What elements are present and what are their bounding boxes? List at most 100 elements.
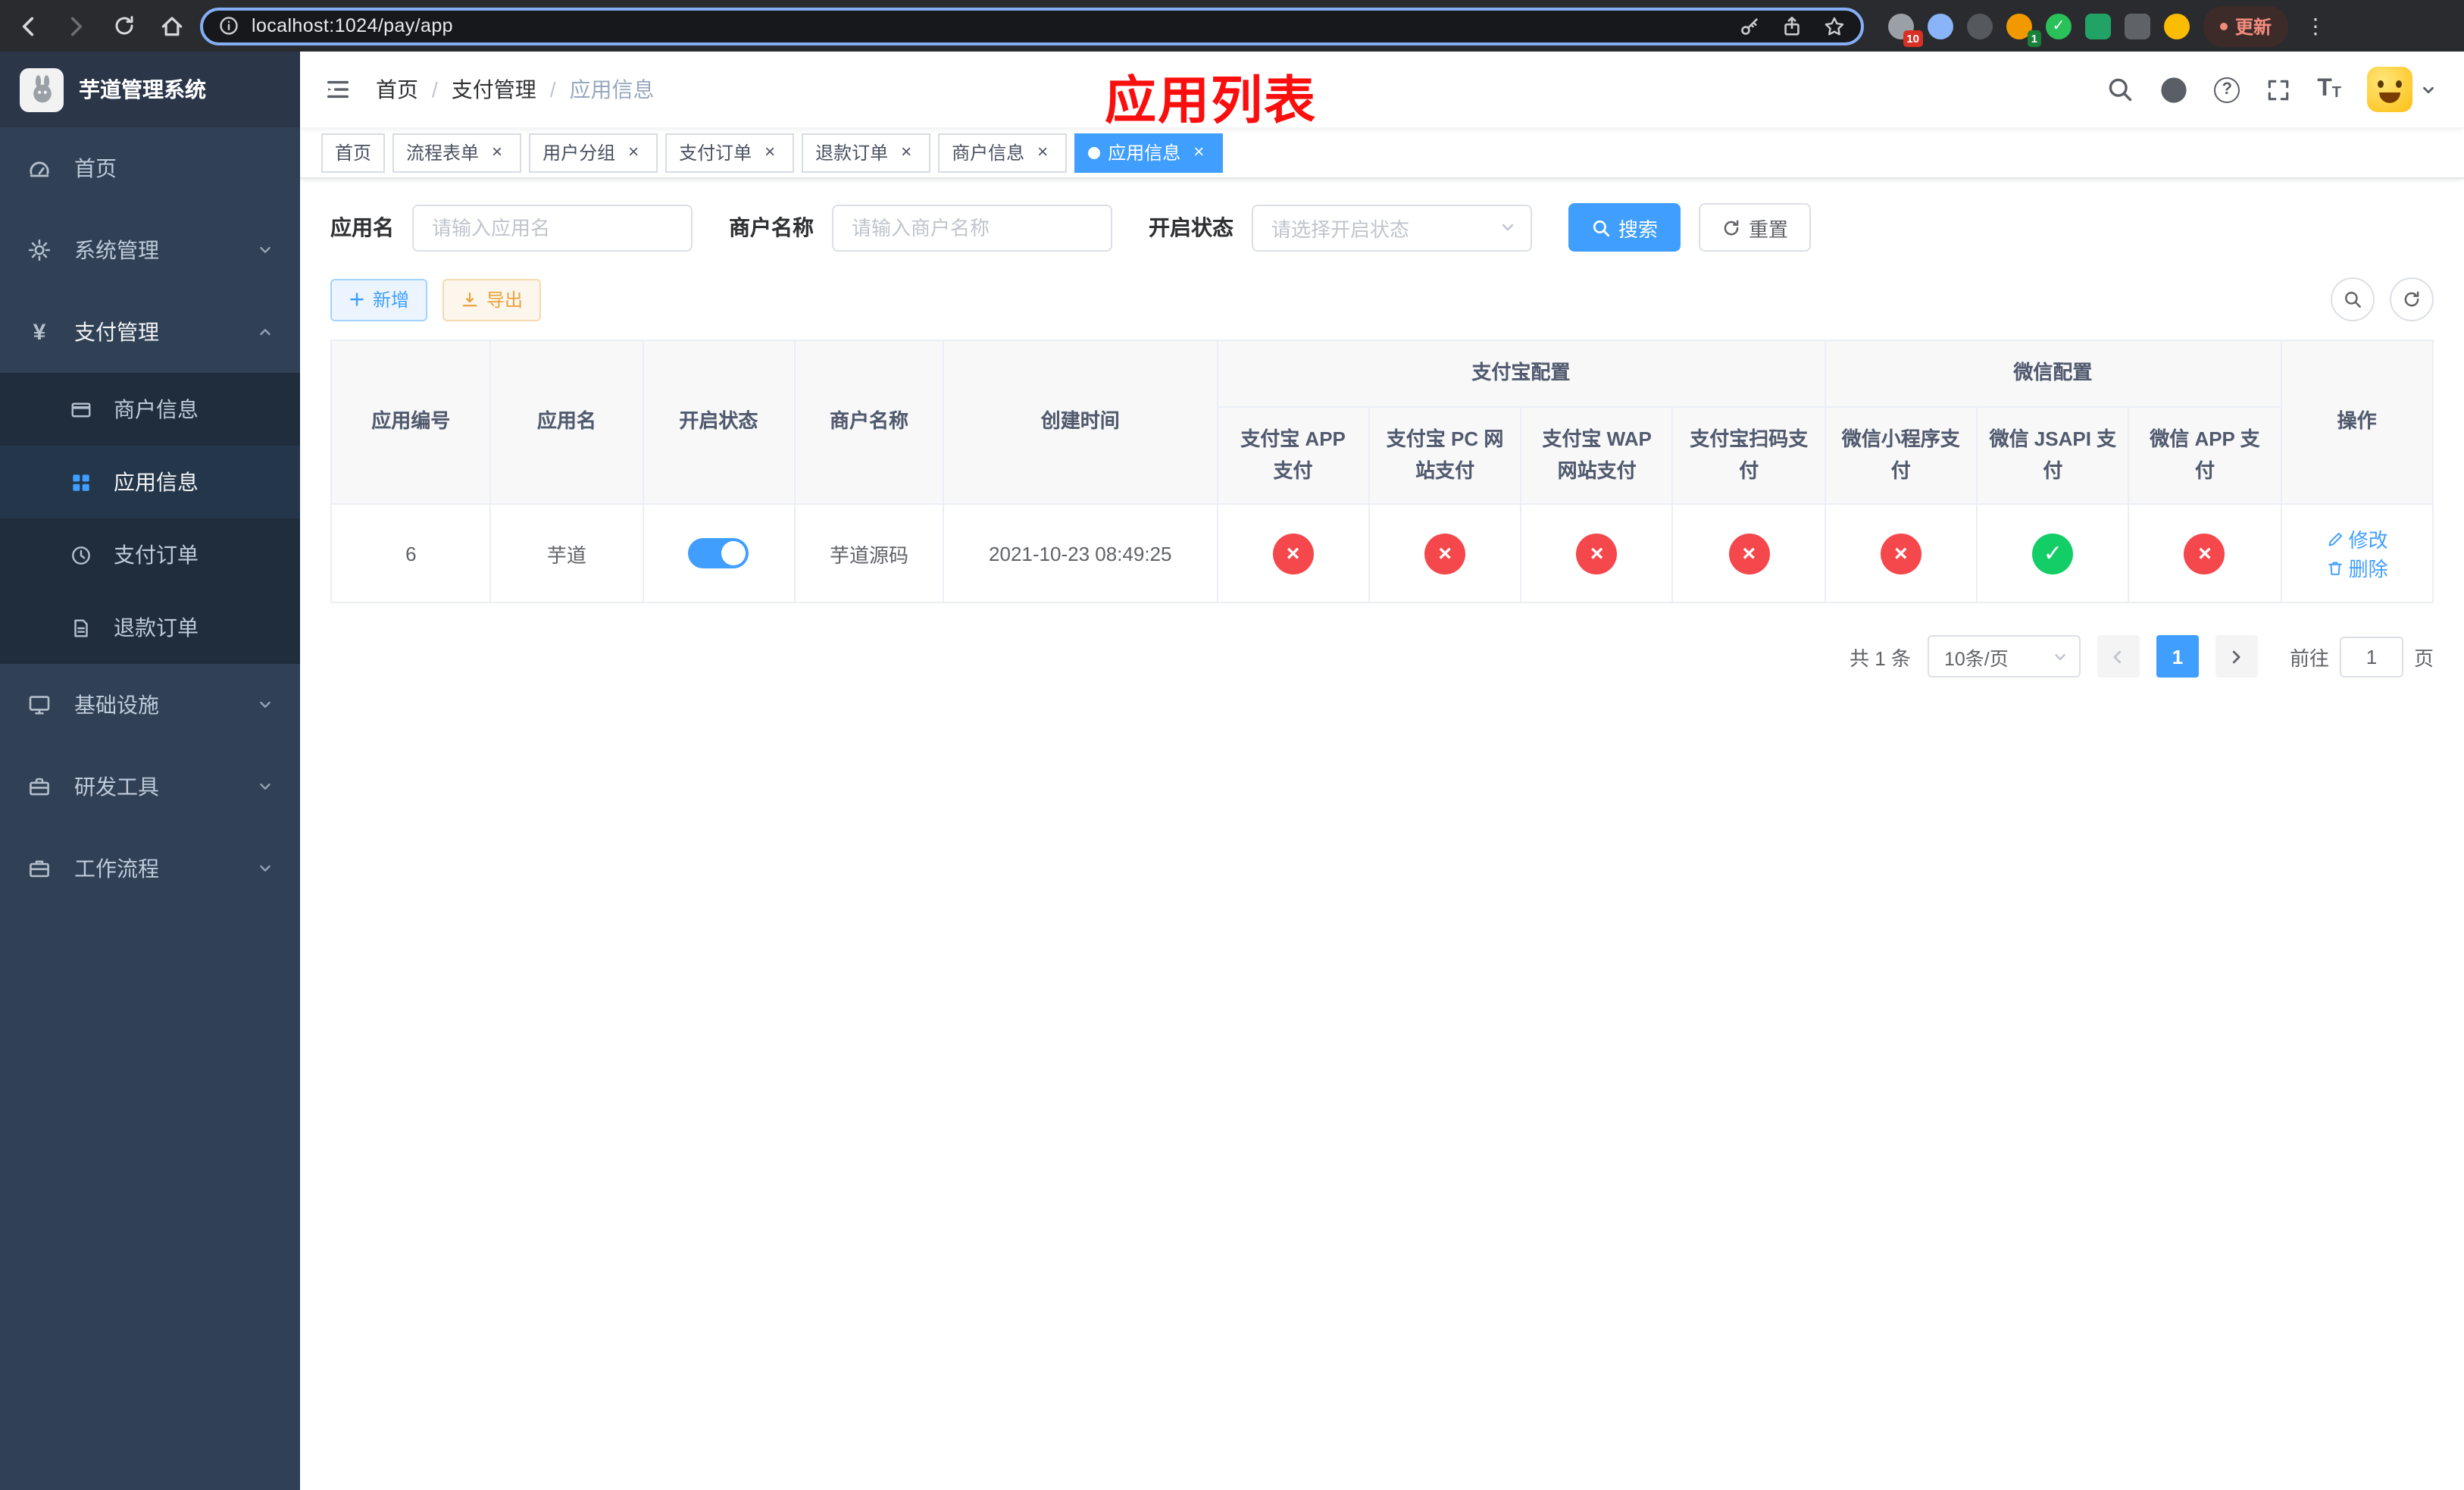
tab-payment-orders[interactable]: 支付订单 × [665,133,795,172]
github-icon[interactable] [2159,75,2188,104]
sidebar-toggle-icon[interactable] [300,52,376,127]
sidebar-item-label: 研发工具 [74,775,159,799]
close-icon[interactable]: × [623,141,644,163]
close-icon[interactable]: × [759,141,780,163]
fullscreen-icon[interactable] [2265,77,2291,102]
next-page-button[interactable] [2215,635,2258,678]
col-header-created: 创建时间 [943,339,1218,506]
plus-icon [350,293,364,306]
extension-icon-2[interactable] [1928,13,1953,39]
extension-badge: 10 [1903,30,1923,46]
password-key-icon[interactable] [1738,14,1761,37]
card-icon [67,398,94,421]
share-icon[interactable] [1781,14,1803,37]
reload-icon[interactable] [112,14,136,38]
avatar [2367,67,2412,112]
tab-user-group[interactable]: 用户分组 × [529,133,658,172]
font-size-icon[interactable]: TT [2317,77,2341,102]
search-icon[interactable] [2106,76,2134,103]
app-name-input[interactable] [412,204,693,251]
add-button[interactable]: 新增 [330,278,428,321]
app-logo[interactable]: 芋道管理系统 [0,52,300,127]
extension-icon-4[interactable]: 1 [2006,13,2041,46]
goto-page-input[interactable] [2339,636,2403,678]
toggle-search-button[interactable] [2331,277,2375,321]
search-button[interactable]: 搜索 [1568,203,1681,252]
extension-icon-6[interactable] [2085,13,2111,39]
sidebar-item-dev-tools[interactable]: 研发工具 [0,746,300,828]
alipay-wap-status-icon: × [1576,533,1618,574]
navbar-actions: ? TT [2106,67,2437,112]
merchant-name-input[interactable] [832,204,1112,251]
close-icon[interactable]: × [896,141,917,163]
sidebar-item-label: 商户信息 [114,397,199,421]
close-icon[interactable]: × [1032,141,1053,163]
status-toggle[interactable] [688,538,749,569]
sidebar-item-payment[interactable]: ¥ 支付管理 [0,291,300,373]
main-area: 首页 / 支付管理 / 应用信息 ? TT 首页 流程表单 × 用户分组 × 支… [300,52,2464,1490]
status-select-placeholder: 请选择开启状态 [1271,218,1410,240]
active-dot-icon [1088,146,1101,158]
sidebar-item-infrastructure[interactable]: 基础设施 [0,664,300,746]
prev-page-button[interactable] [2097,635,2140,678]
user-menu[interactable] [2367,67,2437,112]
page-number-button[interactable]: 1 [2156,635,2199,678]
help-icon[interactable]: ? [2214,77,2240,102]
tab-app-info[interactable]: 应用信息 × [1074,133,1224,172]
sidebar-item-refund-orders[interactable]: 退款订单 [0,591,300,664]
extension-icon-5[interactable]: ✓ [2046,13,2072,39]
cell-actions: 修改 删除 [2280,503,2434,604]
edit-link[interactable]: 修改 [2326,525,2388,554]
grid-icon [67,471,94,493]
page-size-select[interactable]: 10条/页 [1927,635,2081,678]
table-toolbar: 新增 导出 [330,277,2434,321]
address-bar[interactable]: localhost:1024/pay/app [200,7,1864,45]
logo-image [20,67,64,111]
pencil-icon [2328,532,2342,546]
sidebar-item-workflow[interactable]: 工作流程 [0,828,300,909]
reset-button[interactable]: 重置 [1699,203,1812,252]
tab-merchant-info[interactable]: 商户信息 × [938,133,1068,172]
browser-menu-icon[interactable]: ⋮ [2302,13,2329,39]
browser-update-button[interactable]: 更新 [2203,5,2289,46]
delete-link[interactable]: 删除 [2326,554,2388,583]
extensions-area: 10 1 ✓ 更新 ⋮ [1888,5,2329,46]
sidebar-item-payment-orders[interactable]: 支付订单 [0,518,300,591]
bookmark-star-icon[interactable] [1823,14,1846,37]
export-button[interactable]: 导出 [442,278,542,321]
site-info-icon[interactable] [218,15,239,36]
tab-home[interactable]: 首页 [321,133,386,172]
close-icon[interactable]: × [1188,141,1209,163]
alipay-pc-status-icon: × [1424,533,1466,574]
page-content: 应用名 商户名称 开启状态 请选择开启状态 [300,179,2464,1490]
briefcase-icon [26,856,53,881]
close-icon[interactable]: × [486,141,508,163]
page-unit-label: 页 [2413,646,2434,670]
sidebar-item-merchant-info[interactable]: 商户信息 [0,373,300,446]
dashboard-icon [26,156,53,180]
cell-created: 2021-10-23 08:49:25 [943,503,1218,604]
home-icon[interactable] [159,13,185,39]
extension-icon-7[interactable] [2125,13,2150,39]
forward-icon[interactable] [64,13,89,39]
status-select[interactable]: 请选择开启状态 [1252,204,1532,251]
sidebar-item-home[interactable]: 首页 [0,127,300,209]
extension-icon-3[interactable] [1967,13,1993,39]
tab-process-form[interactable]: 流程表单 × [392,133,522,172]
breadcrumb-item[interactable]: 支付管理 [452,74,536,105]
cell-app-id: 6 [330,503,492,604]
extension-icon-8[interactable] [2164,13,2190,39]
extension-icon-1[interactable]: 10 [1888,13,1923,46]
sidebar-item-system[interactable]: 系统管理 [0,209,300,291]
back-icon[interactable] [15,13,41,39]
sidebar-item-label: 应用信息 [114,470,199,494]
extension-badge: 1 [2027,30,2041,46]
pagination: 共 1 条 10条/页 1 前往 页 [330,635,2434,678]
page-title-overlay: 应用列表 [1105,73,1317,130]
tab-refund-orders[interactable]: 退款订单 × [802,133,931,172]
sidebar-item-app-info[interactable]: 应用信息 [0,446,300,518]
table-row: 6 芋道 芋道源码 2021-10-23 08:49:25 × × × × × [330,503,2434,604]
update-label: 更新 [2235,16,2272,37]
refresh-table-button[interactable] [2390,277,2434,321]
breadcrumb-item[interactable]: 首页 [376,74,418,105]
